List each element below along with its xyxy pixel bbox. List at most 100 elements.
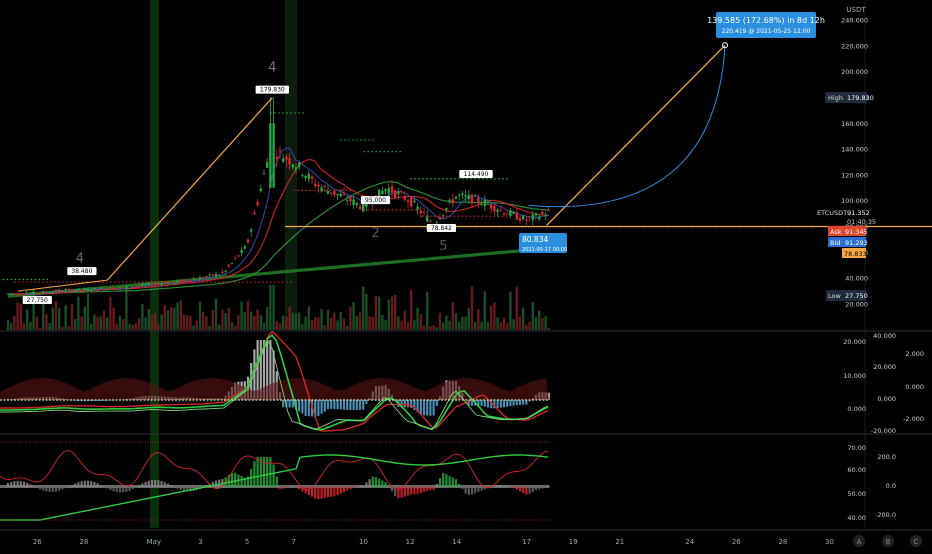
candle-body [87, 289, 89, 291]
candle-body [340, 194, 342, 197]
ind2-histogram-bar [282, 487, 284, 489]
footer-button-b[interactable]: B [882, 535, 894, 547]
candle-body [400, 192, 402, 193]
candle-body [292, 165, 294, 168]
ind2-histogram-bar [525, 487, 527, 495]
candle-body [528, 217, 530, 218]
ind2-histogram-bar [7, 483, 9, 487]
ind2-histogram-bar [170, 485, 172, 487]
ind1-histogram-bar [509, 400, 511, 406]
volume-bar [135, 323, 137, 330]
x-tick-label: 21 [615, 538, 624, 546]
price-tag-label: 95.000 [365, 197, 386, 204]
price-tag-label: 78.842 [431, 225, 452, 232]
volume-bar [96, 317, 98, 330]
volume-bar [183, 315, 185, 330]
ind2-histogram-bar [445, 474, 447, 487]
last-price-value: 91.352 [847, 209, 870, 217]
candle-body [205, 276, 207, 277]
ind2-histogram-bar [90, 481, 92, 487]
candle-body [464, 195, 466, 197]
wave-label: 4 [268, 61, 276, 76]
ind2-histogram-bar [42, 487, 44, 490]
volume-bar [356, 316, 358, 330]
candle-body [509, 210, 511, 216]
ind2-histogram-bar [375, 477, 377, 487]
y-tick-label: 220.000 [841, 42, 868, 50]
chart-canvas[interactable]: 2628May35710121417192124262830240.000220… [0, 0, 932, 550]
volume-bar [48, 323, 50, 330]
candle-body [231, 263, 233, 264]
candle-body [468, 195, 470, 199]
ind1-histogram-bar [426, 400, 428, 416]
y-tick-label: 40.000 [845, 275, 868, 283]
ind1-histogram-bar [289, 400, 291, 407]
projection-label[interactable]: 139.585 (172.68%) in 8d 12h 220.419 @ 20… [707, 12, 825, 38]
candle-body [189, 280, 191, 281]
ind1-histogram-bar [506, 400, 508, 407]
ind2-histogram-bar [410, 487, 412, 494]
candle-body [7, 294, 9, 295]
low-badge-value: 27.750 [845, 292, 868, 300]
candle-body [512, 212, 514, 214]
volume-bar [272, 285, 274, 330]
volume-bar [221, 310, 223, 330]
candle-body [192, 279, 194, 280]
volume-bar [61, 327, 63, 330]
volume-bar [445, 316, 447, 330]
volume-bar [359, 312, 361, 330]
ind2-histogram-bar [33, 486, 35, 487]
volume-bar [541, 318, 543, 330]
ind2-histogram-bar [538, 487, 540, 489]
ind1-histogram-bar [423, 400, 425, 415]
candle-body [135, 286, 137, 287]
volume-bar [176, 302, 178, 330]
y-tick-label: 20.000 [845, 301, 868, 309]
volume-bar [253, 316, 255, 330]
footer-button-a[interactable]: A [853, 535, 865, 547]
ind2-histogram-bar [132, 487, 134, 489]
volume-bar [391, 297, 393, 330]
candle-body [391, 186, 393, 192]
candle-body [74, 290, 76, 291]
candle-body [157, 284, 159, 285]
volume-bar [474, 322, 476, 330]
ind2-histogram-bar [519, 487, 521, 491]
volume-bar [212, 310, 214, 330]
volume-bar [128, 324, 130, 330]
volume-bar [410, 290, 412, 330]
ind1-histogram-bar [349, 400, 351, 410]
volume-bar [7, 320, 9, 330]
candle-body [480, 204, 482, 205]
volume-bar [532, 302, 534, 330]
volume-bar [39, 328, 41, 330]
volume-bar [71, 304, 73, 330]
volume-bar [250, 312, 252, 330]
ind2-histogram-bar [84, 481, 86, 487]
volume-bar [458, 322, 460, 330]
ind2-histogram-bar [231, 473, 233, 487]
candle-body [477, 198, 479, 203]
volume-bar [231, 322, 233, 330]
ind1-histogram-bar [282, 400, 284, 407]
volume-bar [77, 297, 79, 330]
volume-bar [148, 309, 150, 330]
candle-body [314, 184, 316, 186]
candle-body [32, 292, 34, 294]
candle-body [244, 246, 246, 248]
volume-bar [64, 305, 66, 330]
candle-body [336, 194, 338, 195]
volume-bar [503, 318, 505, 330]
footer-button-c[interactable]: C [910, 535, 922, 547]
ind1-histogram-bar [353, 400, 355, 410]
projection-base-label[interactable]: 80.834 2021-05-17 00:00 [519, 233, 567, 253]
volume-bar [109, 297, 111, 330]
ind2-histogram-bar [157, 480, 159, 487]
x-tick-label: 7 [291, 538, 295, 546]
trading-chart[interactable]: 2628May35710121417192124262830240.000220… [0, 0, 932, 550]
footer-button-b-label: B [886, 538, 891, 546]
ind1-histogram-bar [410, 400, 412, 408]
candle-body [36, 293, 38, 294]
ind1-histogram-bar [487, 400, 489, 408]
volume-bar [68, 326, 70, 330]
